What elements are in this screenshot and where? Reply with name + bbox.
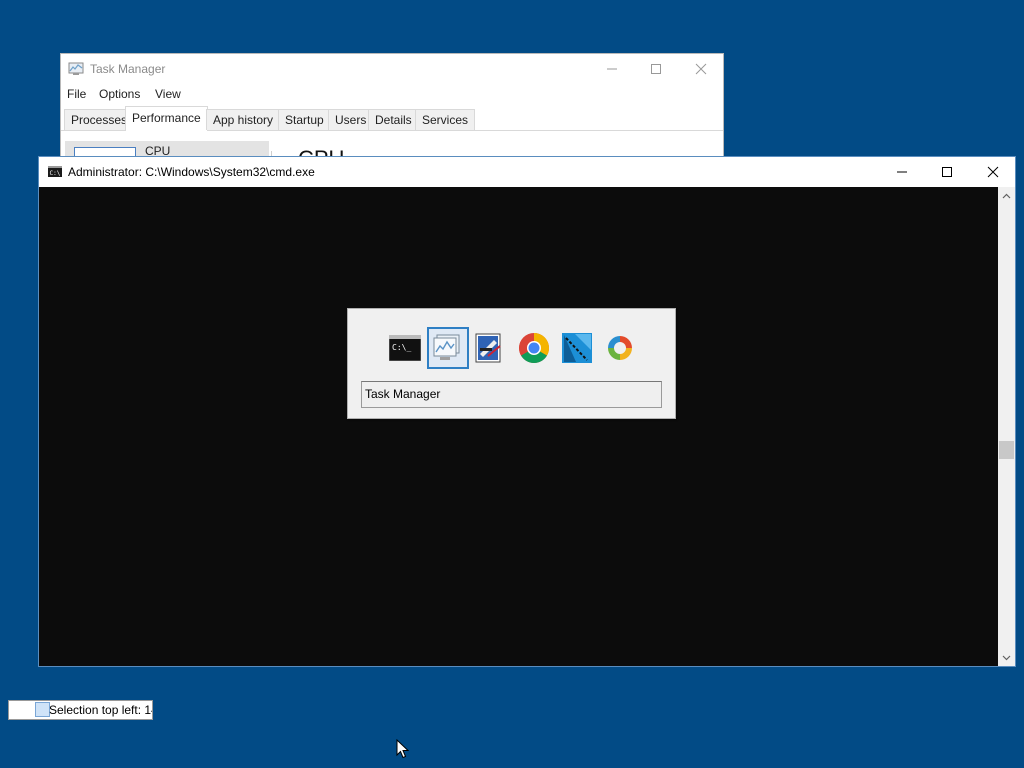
chevron-up-icon [1002,193,1011,198]
tab-users[interactable]: Users [328,109,374,130]
chevron-down-icon [1002,655,1011,660]
svg-text:C:\: C:\ [50,170,61,177]
cmd-close-button[interactable] [970,157,1016,187]
vertical-scrollbar[interactable] [998,187,1015,666]
menu-file[interactable]: File [67,87,86,101]
cmd-maximize-button[interactable] [924,157,970,187]
task-manager-icon [433,334,460,360]
cmd-minimize-button[interactable] [879,157,925,187]
kdenlive-icon [562,333,592,363]
minimize-icon [897,171,907,173]
minimize-icon [607,68,617,70]
scroll-thumb[interactable] [999,441,1014,459]
task-manager-window[interactable]: Task Manager File Options View Processes… [60,53,724,157]
console-area[interactable] [39,187,999,666]
task-switcher: C:\_ Task Manager [347,308,676,419]
switcher-selected-label: Task Manager [361,381,662,408]
switcher-item-chrome[interactable] [513,327,555,369]
menu-options[interactable]: Options [99,87,140,101]
switcher-item-task-manager[interactable] [427,327,469,369]
swirl-app-icon [608,336,632,360]
switcher-item-kdenlive[interactable] [556,327,598,369]
tab-details[interactable]: Details [368,109,419,130]
cmd-titlebar[interactable]: C:\ Administrator: C:\Windows\System32\c… [39,157,1015,187]
selection-swatch [35,702,50,717]
tab-processes[interactable]: Processes [64,109,135,130]
selection-status-box: Selection top left: 14 [8,700,153,720]
selection-status-text: Selection top left: 14 [49,703,153,717]
task-manager-tabs: Processes Performance App history Startu… [61,106,723,131]
menu-view[interactable]: View [155,87,181,101]
cmd-icon: C:\_ [389,335,421,361]
tab-performance[interactable]: Performance [125,106,208,131]
task-manager-icon [68,62,84,75]
maximize-button[interactable] [633,54,679,84]
tab-app-history[interactable]: App history [206,109,281,130]
tab-startup[interactable]: Startup [278,109,331,130]
task-manager-titlebar[interactable]: Task Manager [61,54,723,84]
cmd-icon: C:\ [48,166,62,177]
close-button[interactable] [678,54,723,84]
cmd-title: Administrator: C:\Windows\System32\cmd.e… [68,165,315,179]
paint-icon [475,333,501,363]
maximize-icon [942,167,952,177]
minimize-button[interactable] [589,54,635,84]
switcher-item-paint[interactable] [468,327,510,369]
task-manager-menubar: File Options View [61,85,723,105]
mouse-cursor-icon [396,739,409,759]
tab-services[interactable]: Services [415,109,476,130]
task-manager-title: Task Manager [90,62,166,76]
chrome-icon [519,333,550,364]
switcher-item-swirl-app[interactable] [599,327,641,369]
close-icon [987,166,999,178]
perf-sidebar-cpu[interactable]: CPU [65,141,269,156]
maximize-icon [651,64,661,74]
scroll-down-button[interactable] [998,649,1015,666]
svg-text:C:\_: C:\_ [392,343,411,352]
switcher-item-cmd[interactable]: C:\_ [384,327,426,369]
close-icon [695,63,707,75]
scroll-up-button[interactable] [998,187,1015,204]
